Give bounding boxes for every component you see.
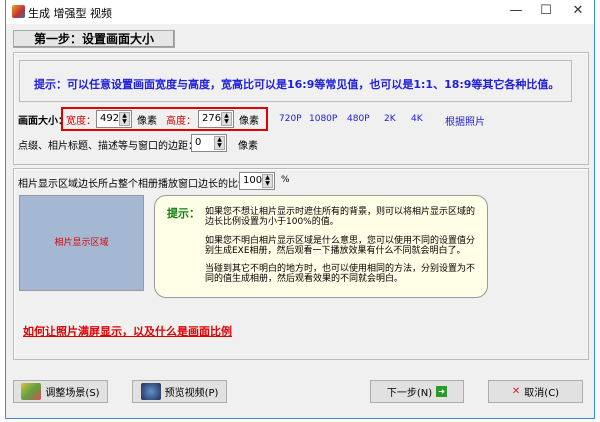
- preset-1080p[interactable]: 1080P: [309, 114, 337, 124]
- window-title: 生成 增强型 视频: [28, 7, 112, 20]
- next-label: 下一步(N): [386, 388, 433, 399]
- preview-label: 预览视频(P): [164, 388, 219, 399]
- width-input[interactable]: 492 ▲ ▼: [96, 110, 132, 128]
- margin-value: 0: [195, 137, 202, 148]
- next-step-button[interactable]: 下一步(N) ➜: [370, 380, 464, 403]
- scene-icon: [21, 383, 42, 400]
- hint-paragraph: 如果您不明白相片显示区域是什么意思，您可以使用不同的设置值分别生成EXE相册，然…: [205, 236, 476, 256]
- preset-480p[interactable]: 480P: [347, 114, 370, 124]
- preview-icon: [140, 383, 161, 400]
- ratio-unit: %: [281, 175, 290, 185]
- preset-2k[interactable]: 2K: [384, 114, 396, 124]
- height-unit: 像素: [239, 116, 259, 127]
- margin-label: 点缀、相片标题、描述等与窗口的边距：: [18, 141, 198, 152]
- main-window: 生成 增强型 视频 — ☐ ✕ 第一步：设置画面大小 提示：可以任意设置画面宽度…: [5, 0, 595, 419]
- hint-paragraph: 如果您不想让相片显示时遮住所有的背景，则可以将相片显示区域的边长比例设置为小于1…: [205, 207, 476, 227]
- spin-arrows-icon[interactable]: ▲ ▼: [221, 112, 232, 126]
- margin-input[interactable]: 0 ▲ ▼: [191, 134, 227, 152]
- help-link[interactable]: 如何让照片满屏显示，以及什么是画面比例: [23, 323, 232, 339]
- preset-4k[interactable]: 4K: [411, 114, 423, 124]
- tip-text: 提示：可以任意设置画面宽度与高度，宽高比可以是16:9等常见值，也可以是1:1、…: [19, 60, 572, 102]
- hint-box: 提示： 如果您不想让相片显示时遮住所有的背景，则可以将相片显示区域的边长比例设置…: [154, 195, 488, 298]
- adjust-label: 调整场景(S): [45, 388, 100, 399]
- adjust-scene-button[interactable]: 调整场景(S): [13, 380, 108, 403]
- hint-paragraph: 当碰到其它不明白的地方时，也可以使用相同的方法，分别设置为不同的值生成相册，然后…: [205, 264, 476, 284]
- app-icon: [12, 5, 25, 18]
- width-label: 宽度：: [66, 116, 96, 127]
- height-value: 276: [202, 113, 222, 124]
- spin-arrows-icon[interactable]: ▲ ▼: [262, 174, 273, 188]
- step-one-button[interactable]: 第一步：设置画面大小: [13, 30, 175, 48]
- cancel-button[interactable]: ✕ 取消(C): [488, 380, 583, 403]
- cancel-label: 取消(C): [524, 388, 560, 399]
- minimize-button[interactable]: —: [501, 3, 531, 21]
- preset-720p[interactable]: 720P: [279, 114, 302, 124]
- close-button[interactable]: ✕: [563, 3, 593, 21]
- spin-arrows-icon[interactable]: ▲ ▼: [119, 112, 130, 126]
- maximize-button[interactable]: ☐: [531, 3, 561, 21]
- ratio-label: 相片显示区域边长所占整个相册播放窗口边长的比例：: [18, 179, 258, 190]
- preview-video-button[interactable]: 预览视频(P): [132, 380, 227, 403]
- width-unit: 像素: [137, 116, 157, 127]
- cancel-x-icon: ✕: [511, 386, 521, 397]
- ratio-value: 100: [243, 175, 263, 186]
- arrow-right-icon: ➜: [436, 386, 448, 397]
- spin-arrows-icon[interactable]: ▲ ▼: [214, 136, 225, 150]
- photo-display-area: 相片显示区域: [19, 195, 144, 291]
- preset-from-photo[interactable]: 根据照片: [445, 113, 485, 128]
- hint-label: 提示：: [167, 207, 200, 220]
- height-input[interactable]: 276 ▲ ▼: [198, 110, 234, 128]
- height-label: 高度：: [166, 116, 196, 127]
- title-bar: 生成 增强型 视频 — ☐ ✕: [6, 0, 594, 24]
- ratio-input[interactable]: 100 ▲ ▼: [239, 172, 275, 190]
- margin-unit: 像素: [238, 141, 258, 152]
- width-value: 492: [100, 113, 120, 124]
